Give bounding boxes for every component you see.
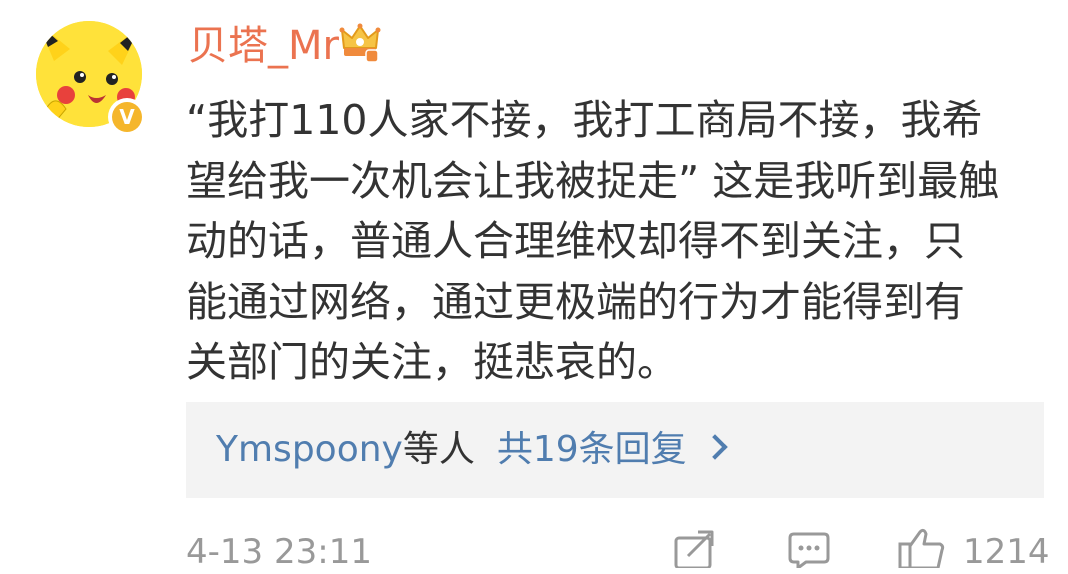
content-line: 能通过网络，通过更极端的行为才能得到有 bbox=[186, 277, 965, 326]
verified-badge: V bbox=[108, 98, 146, 136]
content-line: 动的话，普通人合理维权却得不到关注，只 bbox=[186, 217, 965, 265]
username[interactable]: 贝塔_Mr bbox=[188, 22, 339, 70]
comment-icon[interactable] bbox=[786, 528, 832, 568]
comment-content: “我打110人家不接，我打工商局不接，我希 望给我一次机会让我被捉走” 这是我听… bbox=[186, 90, 1046, 393]
reply-suffix: 等人 bbox=[402, 429, 475, 470]
reply-summary-text: Ymspoony等人 共19条回复 bbox=[216, 428, 687, 472]
content-line: 关部门的关注，挺悲哀的。 bbox=[186, 338, 678, 386]
chevron-right-icon bbox=[702, 434, 728, 460]
like-count: 1214 bbox=[963, 532, 1050, 572]
content-line: “我打110人家不接，我打工商局不接，我希 bbox=[186, 96, 983, 144]
content-line: 望给我一次机会让我被捉走” 这是我听到最触 bbox=[186, 156, 1000, 205]
share-icon[interactable] bbox=[672, 528, 716, 568]
verified-v-icon: V bbox=[112, 102, 142, 132]
crown-icon bbox=[339, 23, 381, 63]
reply-summary[interactable]: Ymspoony等人 共19条回复 bbox=[186, 402, 1044, 498]
thumbs-up-icon[interactable] bbox=[898, 528, 948, 568]
view-replies-link[interactable]: 共19条回复 bbox=[497, 429, 687, 470]
reply-user-link[interactable]: Ymspoony bbox=[216, 429, 403, 470]
timestamp: 4-13 23:11 bbox=[186, 532, 372, 572]
